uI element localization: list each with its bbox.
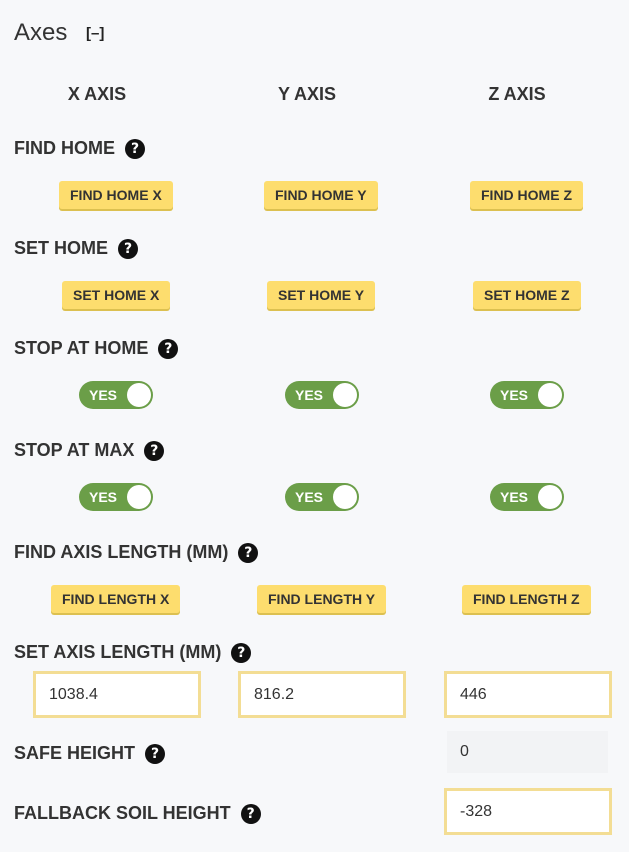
row-label-set-axis-length: SET AXIS LENGTH (MM)? [14, 641, 252, 663]
toggle-label: YES [89, 387, 118, 403]
fallback-soil-height-input[interactable] [444, 788, 612, 835]
toggle-knob [333, 485, 357, 509]
find-axis-length-label: FIND AXIS LENGTH (MM) [14, 542, 229, 562]
toggle-label: YES [500, 489, 529, 505]
stop-at-home-x-toggle[interactable]: YES [79, 381, 153, 409]
toggle-knob [127, 383, 151, 407]
find-home-z-button[interactable]: FIND HOME Z [470, 181, 583, 209]
toggle-knob [127, 485, 151, 509]
set-home-x-button[interactable]: SET HOME X [62, 281, 171, 309]
stop-at-max-z-toggle[interactable]: YES [490, 483, 564, 511]
help-icon[interactable]: ? [144, 441, 165, 461]
help-icon[interactable]: ? [231, 643, 252, 663]
row-label-find-home: FIND HOME? [14, 137, 145, 159]
toggle-knob [333, 383, 357, 407]
stop-at-max-x-toggle[interactable]: YES [79, 483, 153, 511]
set-home-y-button[interactable]: SET HOME Y [267, 281, 376, 309]
find-home-y-button[interactable]: FIND HOME Y [264, 181, 378, 209]
stop-at-max-y-toggle[interactable]: YES [285, 483, 359, 511]
toggle-label: YES [295, 387, 324, 403]
stop-at-home-y-toggle[interactable]: YES [285, 381, 359, 409]
help-icon[interactable]: ? [118, 239, 139, 259]
help-icon[interactable]: ? [158, 339, 179, 359]
collapse-toggle-button[interactable]: [–] [86, 24, 104, 44]
column-header-z: Z AXIS [488, 84, 546, 104]
column-header-y: Y AXIS [277, 84, 337, 104]
set-axis-length-label: SET AXIS LENGTH (MM) [14, 642, 222, 662]
find-home-label: FIND HOME [14, 138, 115, 158]
set-home-label: SET HOME [14, 238, 109, 258]
row-label-stop-at-home: STOP AT HOME? [14, 337, 179, 359]
axis-length-z-input[interactable] [444, 671, 612, 718]
help-icon[interactable]: ? [145, 744, 166, 764]
panel-title: Axes [14, 19, 68, 46]
help-icon[interactable]: ? [125, 139, 145, 159]
safe-height-input[interactable] [447, 731, 608, 773]
row-label-safe-height: SAFE HEIGHT? [14, 742, 166, 764]
column-header-x: X AXIS [67, 84, 127, 104]
set-home-z-button[interactable]: SET HOME Z [473, 281, 581, 309]
find-length-y-button[interactable]: FIND LENGTH Y [257, 585, 387, 613]
toggle-knob [538, 485, 562, 509]
stop-at-home-z-toggle[interactable]: YES [490, 381, 564, 409]
row-label-find-axis-length: FIND AXIS LENGTH (MM)? [14, 541, 259, 563]
axis-length-y-input[interactable] [238, 671, 406, 718]
toggle-label: YES [295, 489, 324, 505]
safe-height-label: SAFE HEIGHT [14, 743, 136, 763]
toggle-label: YES [89, 489, 118, 505]
find-home-x-button[interactable]: FIND HOME X [59, 181, 173, 209]
fallback-soil-height-label: FALLBACK SOIL HEIGHT [14, 803, 231, 823]
help-icon[interactable]: ? [240, 804, 261, 824]
find-length-x-button[interactable]: FIND LENGTH X [51, 585, 181, 613]
axis-length-x-input[interactable] [33, 671, 201, 718]
row-label-stop-at-max: STOP AT MAX? [14, 439, 165, 461]
find-length-z-button[interactable]: FIND LENGTH Z [462, 585, 591, 613]
row-label-set-home: SET HOME? [14, 237, 139, 259]
toggle-knob [538, 383, 562, 407]
row-label-fallback-soil-height: FALLBACK SOIL HEIGHT? [14, 802, 261, 824]
toggle-label: YES [500, 387, 529, 403]
stop-at-home-label: STOP AT HOME [14, 338, 149, 358]
stop-at-max-label: STOP AT MAX [14, 440, 135, 460]
help-icon[interactable]: ? [238, 543, 259, 563]
